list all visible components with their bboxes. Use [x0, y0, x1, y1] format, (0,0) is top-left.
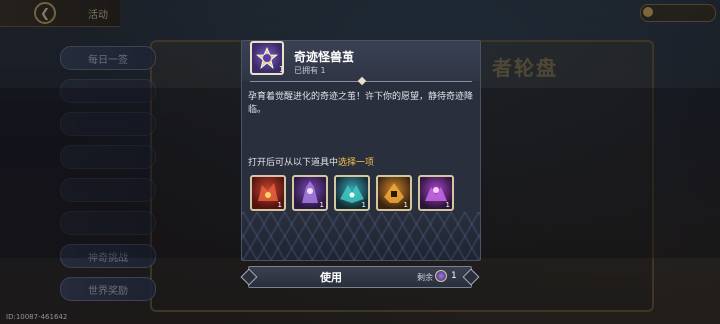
user-id-label: ID:10087-461642 — [6, 313, 68, 321]
option-list: 1 1 1 1 1 — [250, 175, 454, 211]
item-owned: 已拥有 1 — [294, 66, 326, 75]
option-qty: 1 — [445, 201, 450, 209]
option-red-beast[interactable]: 1 — [250, 175, 286, 211]
option-qty: 1 — [277, 201, 282, 209]
option-purple-knight[interactable]: 1 — [292, 175, 328, 211]
cocoon-glyph-icon — [256, 47, 278, 69]
use-button[interactable]: 使用 — [249, 267, 413, 287]
option-qty: 1 — [403, 201, 408, 209]
option-qty: 1 — [361, 201, 366, 209]
choose-hint-prefix: 打开后可从以下道具中 — [248, 158, 339, 168]
choose-hint: 打开后可从以下道具中选择一项 — [248, 155, 374, 168]
remain-value: 1 — [451, 271, 457, 281]
remain-label: 剩余 — [417, 273, 433, 282]
option-violet-wyvern[interactable]: 1 — [418, 175, 454, 211]
choose-hint-highlight: 选择一项 — [338, 158, 375, 168]
item-count: 1 — [279, 65, 285, 74]
card-header: 1 奇迹怪兽茧 已拥有 1 — [242, 41, 480, 81]
item-name: 奇迹怪兽茧 — [294, 50, 355, 64]
option-gold-warrior[interactable]: 1 — [376, 175, 412, 211]
card-footer-pattern — [242, 212, 480, 260]
option-qty: 1 — [319, 201, 324, 209]
option-teal-dragon[interactable]: 1 — [334, 175, 370, 211]
use-bar: 使用 剩余 1 — [240, 266, 480, 288]
item-description: 孕育着觉醒进化的奇迹之茧！许下你的愿望，静待奇迹降临。 — [248, 92, 474, 115]
cocoon-small-icon — [435, 270, 447, 282]
item-detail-card: 1 奇迹怪兽茧 已拥有 1 孕育着觉醒进化的奇迹之茧！许下你的愿望，静待奇迹降临… — [241, 40, 481, 261]
